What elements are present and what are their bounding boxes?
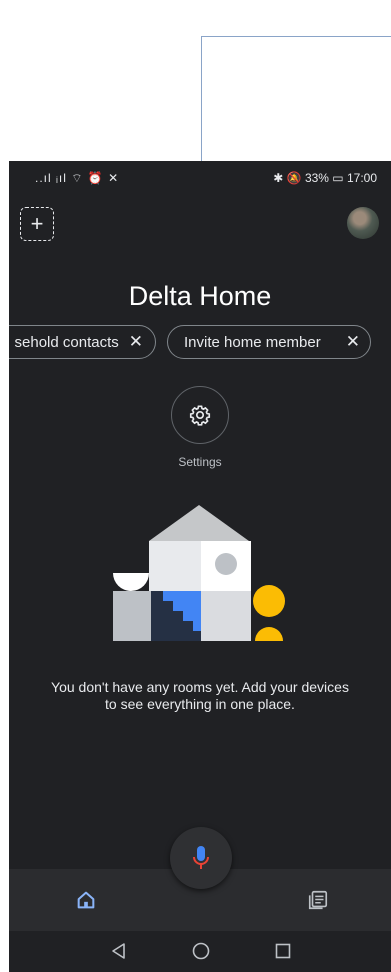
close-icon[interactable]: ✕: [346, 332, 360, 352]
status-right-info: ✱ 🔕 33% ▭ 17:00: [273, 171, 377, 185]
recents-icon[interactable]: [275, 943, 291, 959]
add-button[interactable]: +: [20, 207, 54, 241]
chip-household-contacts[interactable]: sehold contacts ✕: [9, 325, 156, 359]
system-navigation-bar: [9, 931, 391, 972]
settings-label: Settings: [178, 455, 222, 469]
back-icon[interactable]: [110, 942, 128, 960]
empty-home-illustration: [113, 505, 285, 641]
chip-label: Invite home member: [184, 333, 321, 351]
feed-icon[interactable]: [307, 889, 329, 911]
gear-icon: [189, 405, 211, 426]
status-left-icons: ..ıl ᵢıl ⌔ ⏰ ✕: [35, 171, 120, 185]
phone-screen: ..ıl ᵢıl ⌔ ⏰ ✕ ✱ 🔕 33% ▭ 17:00 + Delta H…: [9, 161, 391, 972]
close-icon[interactable]: ✕: [129, 332, 143, 352]
avatar[interactable]: [347, 207, 379, 239]
home-circle-icon[interactable]: [192, 942, 210, 960]
home-icon[interactable]: [75, 889, 97, 911]
add-icon: +: [30, 211, 44, 236]
page-title: Delta Home: [128, 281, 272, 311]
settings-button[interactable]: [171, 386, 229, 444]
status-bar: ..ıl ᵢıl ⌔ ⏰ ✕ ✱ 🔕 33% ▭ 17:00: [9, 161, 391, 195]
chip-label: sehold contacts: [14, 333, 119, 351]
chip-invite-home-member[interactable]: Invite home member ✕: [167, 325, 371, 359]
chip-row: sehold contacts ✕ Invite home member ✕: [9, 325, 391, 361]
mic-icon: [193, 846, 209, 869]
voice-assistant-button[interactable]: [170, 827, 232, 889]
empty-state-message: You don't have any rooms yet. Add your d…: [51, 679, 349, 712]
